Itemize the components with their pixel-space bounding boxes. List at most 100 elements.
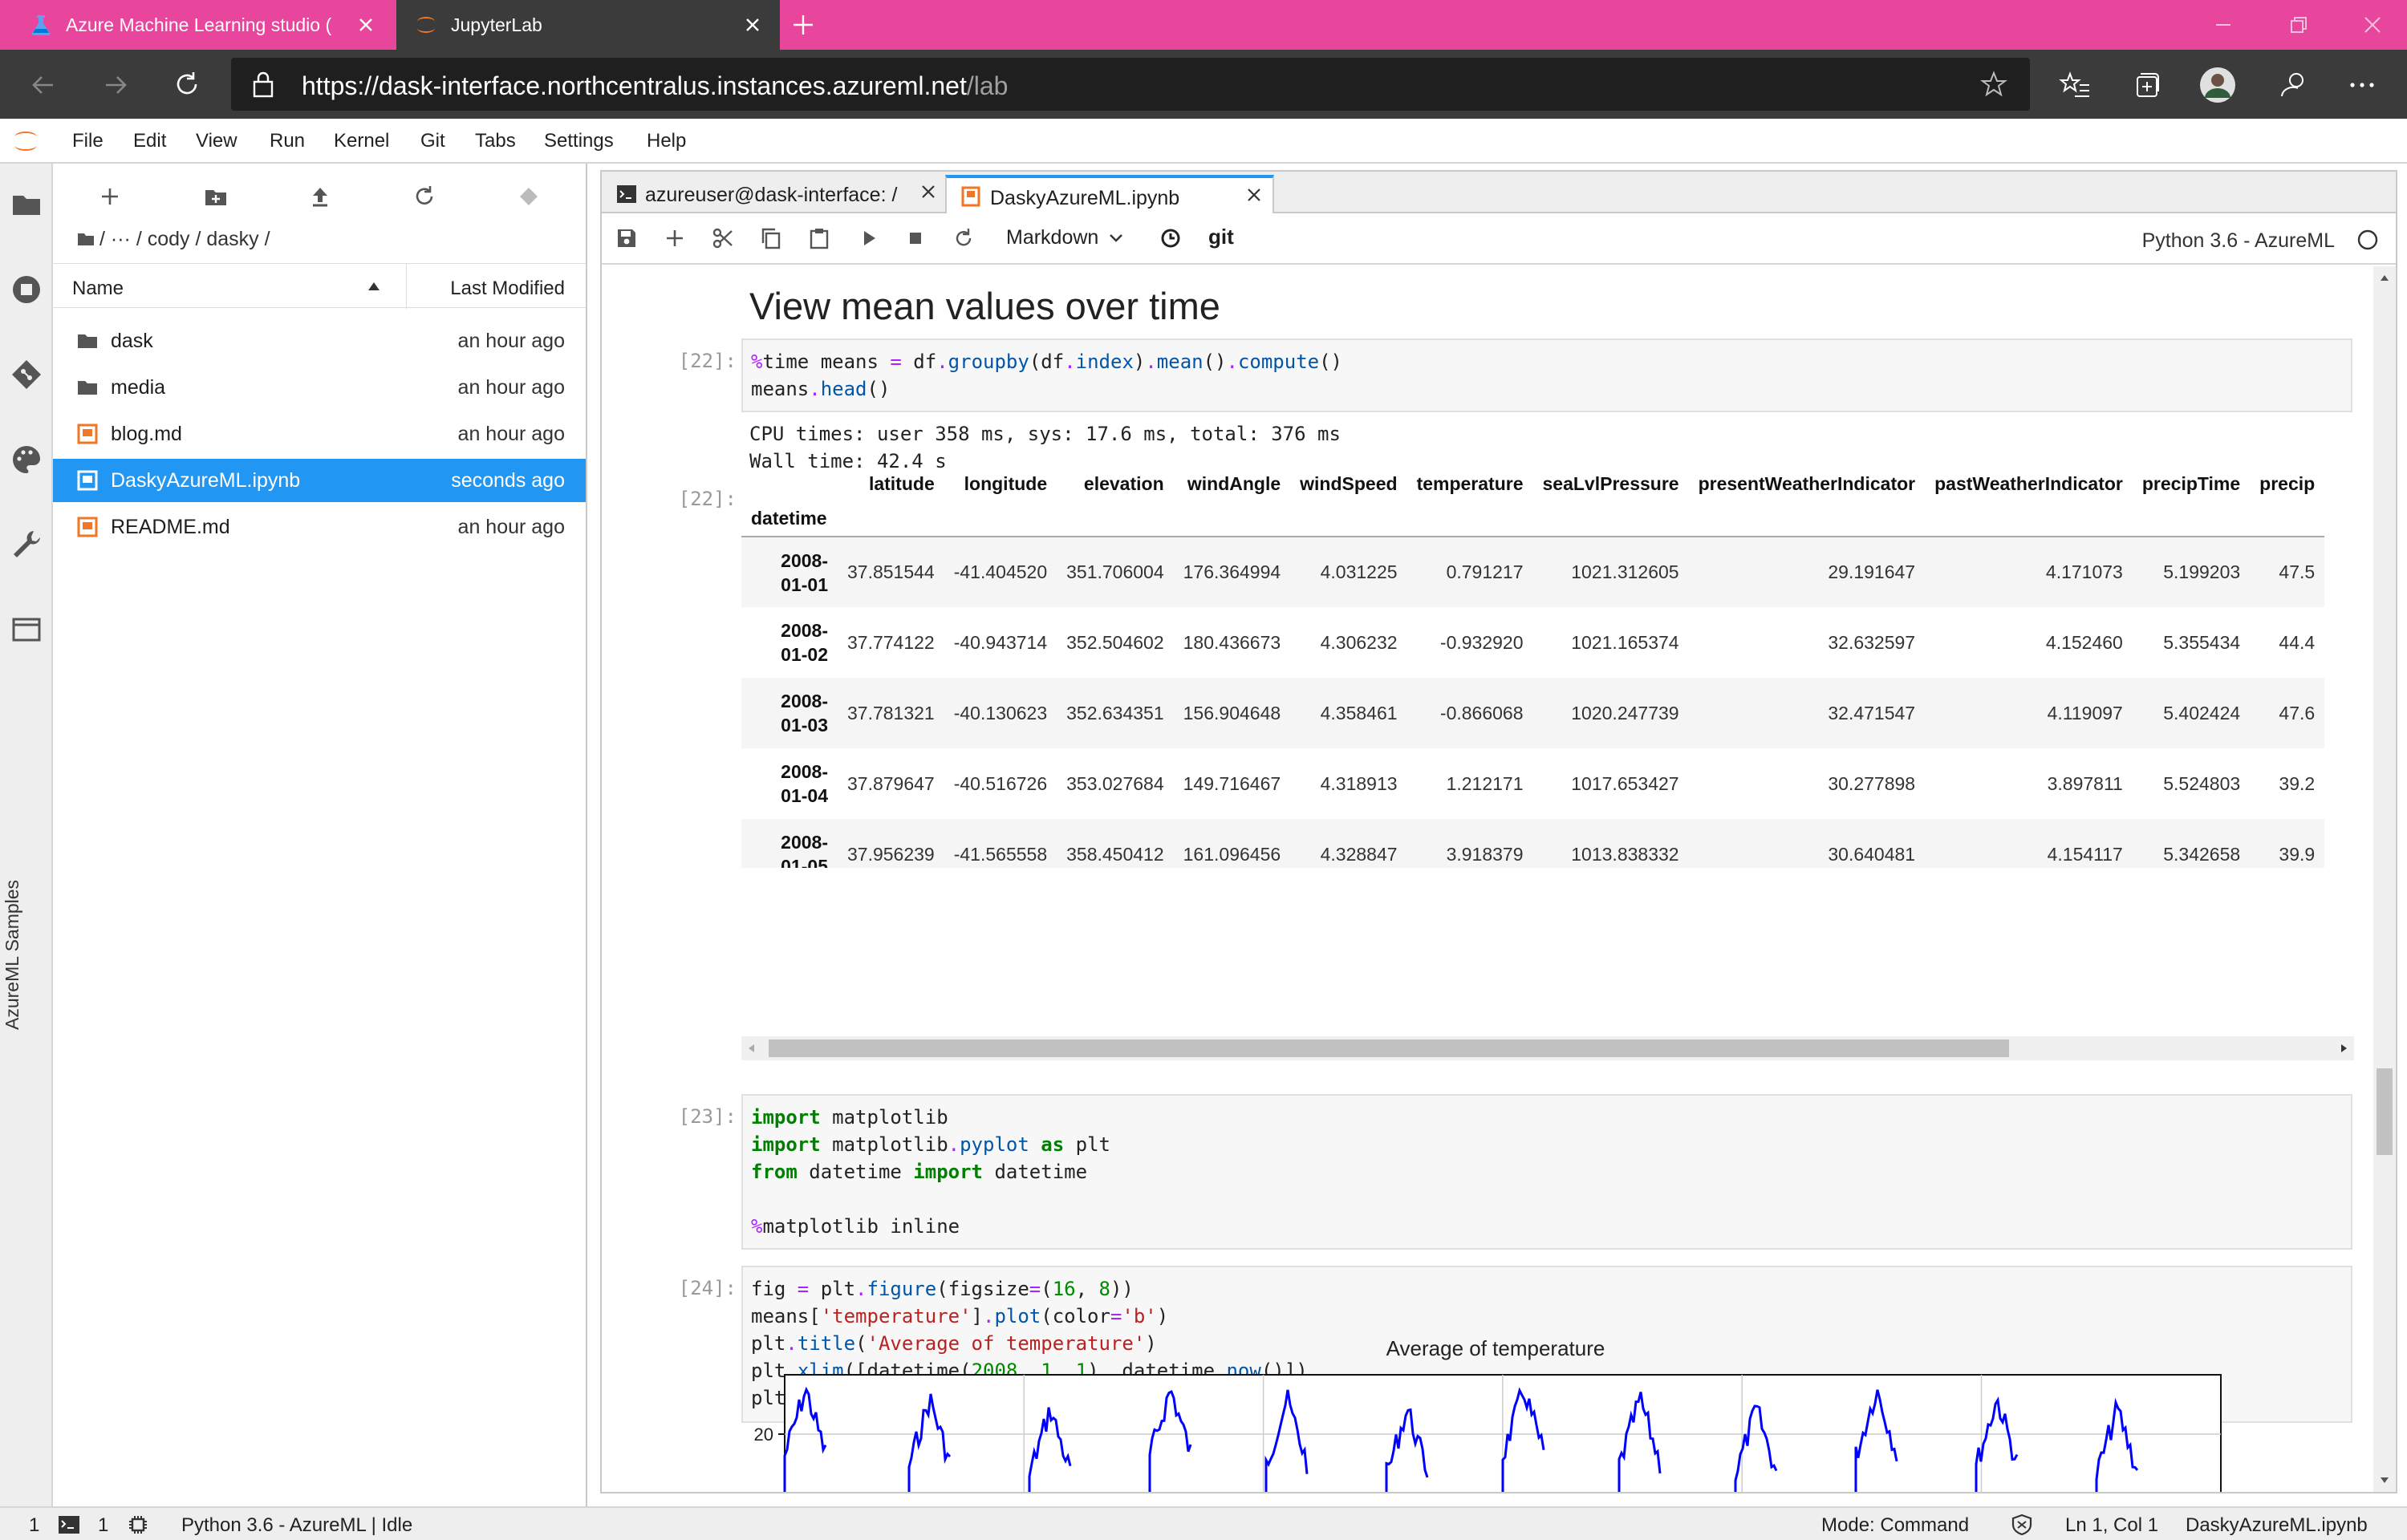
new-launcher-icon[interactable]: [96, 183, 124, 210]
menu-edit[interactable]: Edit: [133, 130, 166, 152]
file-row[interactable]: media an hour ago: [53, 366, 586, 409]
file-row[interactable]: blog.md an hour ago: [53, 412, 586, 456]
menu-run[interactable]: Run: [270, 130, 305, 152]
menu-kernel[interactable]: Kernel: [334, 130, 389, 152]
dataframe-cell: 176.364994: [1183, 561, 1281, 582]
code-cell-22[interactable]: %time means = df.groupby(df.index).mean(…: [741, 338, 2352, 412]
menu-help[interactable]: Help: [647, 130, 686, 152]
url-path: /lab: [966, 71, 1009, 100]
paste-icon[interactable]: [807, 226, 831, 250]
close-icon[interactable]: [919, 183, 937, 201]
menu-tabs[interactable]: Tabs: [475, 130, 516, 152]
close-icon[interactable]: [743, 15, 762, 34]
file-row[interactable]: dask an hour ago: [53, 319, 586, 363]
git-icon[interactable]: [10, 358, 43, 391]
column-name[interactable]: Name: [72, 278, 124, 300]
breadcrumb-path[interactable]: / ··· / cody / dasky /: [99, 228, 270, 250]
forward-arrow-icon[interactable]: [101, 71, 130, 99]
kernel-name[interactable]: Python 3.6 - AzureML: [2142, 229, 2335, 253]
browser-tab-azureml[interactable]: Azure Machine Learning studio (: [0, 0, 393, 50]
tab-notebook[interactable]: DaskyAzureML.ipynb: [945, 175, 1274, 215]
row-index-year: 2008-: [781, 549, 828, 571]
code-cell-23[interactable]: import matplotlib import matplotlib.pypl…: [741, 1094, 2352, 1250]
menu-git[interactable]: Git: [420, 130, 445, 152]
shield-icon[interactable]: [2011, 1514, 2033, 1536]
status-bar: 1 1 Python 3.6 - AzureML | Idle Mode: Co…: [0, 1506, 2407, 1540]
vertical-scroll-thumb[interactable]: [2377, 1068, 2393, 1155]
kernel-chip-icon[interactable]: [127, 1514, 149, 1536]
upload-icon[interactable]: [306, 183, 334, 210]
more-options-icon[interactable]: [2346, 69, 2378, 101]
running-sessions-icon[interactable]: [10, 273, 43, 306]
dataframe-cell: 358.450412: [1066, 843, 1164, 865]
lock-icon: [253, 71, 274, 98]
tab-terminal[interactable]: azureuser@dask-interface: /: [611, 175, 942, 213]
run-icon[interactable]: [857, 226, 881, 250]
dataframe-cell: 180.436673: [1183, 631, 1281, 653]
scroll-up-icon[interactable]: [2379, 273, 2390, 282]
browser-tab-jupyterlab[interactable]: JupyterLab: [396, 0, 780, 50]
cut-icon[interactable]: [711, 226, 735, 250]
menu-settings[interactable]: Settings: [544, 130, 614, 152]
azureml-samples-tab[interactable]: AzureML Samples: [2, 880, 23, 1030]
insert-cell-icon[interactable]: [663, 226, 687, 250]
profile-avatar[interactable]: [2198, 66, 2237, 104]
favorites-list-icon[interactable]: [2059, 69, 2091, 101]
status-cursor-position[interactable]: Ln 1, Col 1: [2065, 1514, 2158, 1537]
dataframe-cell: 4.119097: [2047, 702, 2123, 723]
stop-icon[interactable]: [903, 226, 927, 250]
status-kernel-state[interactable]: Python 3.6 - AzureML | Idle: [181, 1514, 412, 1537]
folder-icon[interactable]: [10, 188, 43, 221]
column-last-modified[interactable]: Last Modified: [450, 278, 565, 300]
file-row[interactable]: DaskyAzureML.ipynb seconds ago: [53, 459, 586, 502]
file-row[interactable]: README.md an hour ago: [53, 505, 586, 549]
refresh-icon[interactable]: [172, 69, 202, 99]
breadcrumb[interactable]: / ··· / cody / dasky /: [77, 228, 270, 251]
window-close-icon[interactable]: [2360, 13, 2385, 37]
close-icon[interactable]: [356, 15, 375, 34]
new-folder-icon[interactable]: [202, 183, 229, 210]
dataframe-cell: 4.318913: [1320, 772, 1398, 794]
tabs-panel-icon[interactable]: [10, 613, 43, 646]
vertical-scrollbar[interactable]: [2373, 266, 2396, 1492]
restore-icon[interactable]: [2287, 13, 2311, 37]
save-icon[interactable]: [615, 226, 639, 250]
terminal-icon[interactable]: [58, 1515, 80, 1534]
horizontal-scrollbar[interactable]: [741, 1036, 2354, 1060]
scroll-right-icon[interactable]: [2338, 1043, 2349, 1054]
copy-icon[interactable]: [759, 226, 783, 250]
close-icon[interactable]: [1245, 186, 1263, 204]
dataframe-cell: 37.774122: [847, 631, 935, 653]
sort-ascending-icon[interactable]: [367, 282, 380, 291]
menu-view[interactable]: View: [196, 130, 237, 152]
menu-file[interactable]: File: [72, 130, 104, 152]
git-diff-button[interactable]: git: [1208, 225, 1234, 249]
git-clone-icon[interactable]: [515, 183, 542, 210]
new-tab-icon[interactable]: [791, 13, 815, 37]
dataframe-cell: 1021.165374: [1571, 631, 1679, 653]
collections-icon[interactable]: [2131, 69, 2163, 101]
minimize-icon[interactable]: [2211, 13, 2235, 37]
cell-type-dropdown[interactable]: Markdown: [1006, 226, 1123, 249]
back-arrow-icon[interactable]: [29, 71, 58, 99]
file-name: media: [111, 376, 166, 399]
scroll-down-icon[interactable]: [2379, 1476, 2390, 1485]
output-prompt: [22]:: [678, 488, 737, 510]
address-bar[interactable]: https://dask-interface.northcentralus.in…: [231, 58, 2030, 111]
dataframe-body: 2008- 01-01 37.851544 -41.404520 351.706004 1…: [741, 537, 2325, 868]
restart-kernel-icon[interactable]: [952, 226, 976, 250]
chart-title: Average of temperature: [1386, 1336, 1605, 1360]
status-terminal-count[interactable]: 1: [29, 1514, 39, 1537]
palette-icon[interactable]: [10, 443, 43, 476]
horizontal-scroll-thumb[interactable]: [769, 1040, 2009, 1057]
status-kernel-count[interactable]: 1: [98, 1514, 108, 1537]
folder-icon[interactable]: [77, 231, 95, 247]
feedback-icon[interactable]: [2277, 69, 2309, 101]
favorite-star-icon[interactable]: [1980, 71, 2007, 98]
dataframe-cell: 0.791217: [1446, 561, 1524, 582]
dataframe-cell: 37.879647: [847, 772, 935, 794]
refresh-icon[interactable]: [411, 183, 438, 210]
clock-icon[interactable]: [1159, 226, 1183, 250]
scroll-left-icon[interactable]: [746, 1043, 757, 1054]
wrench-icon[interactable]: [10, 528, 43, 561]
